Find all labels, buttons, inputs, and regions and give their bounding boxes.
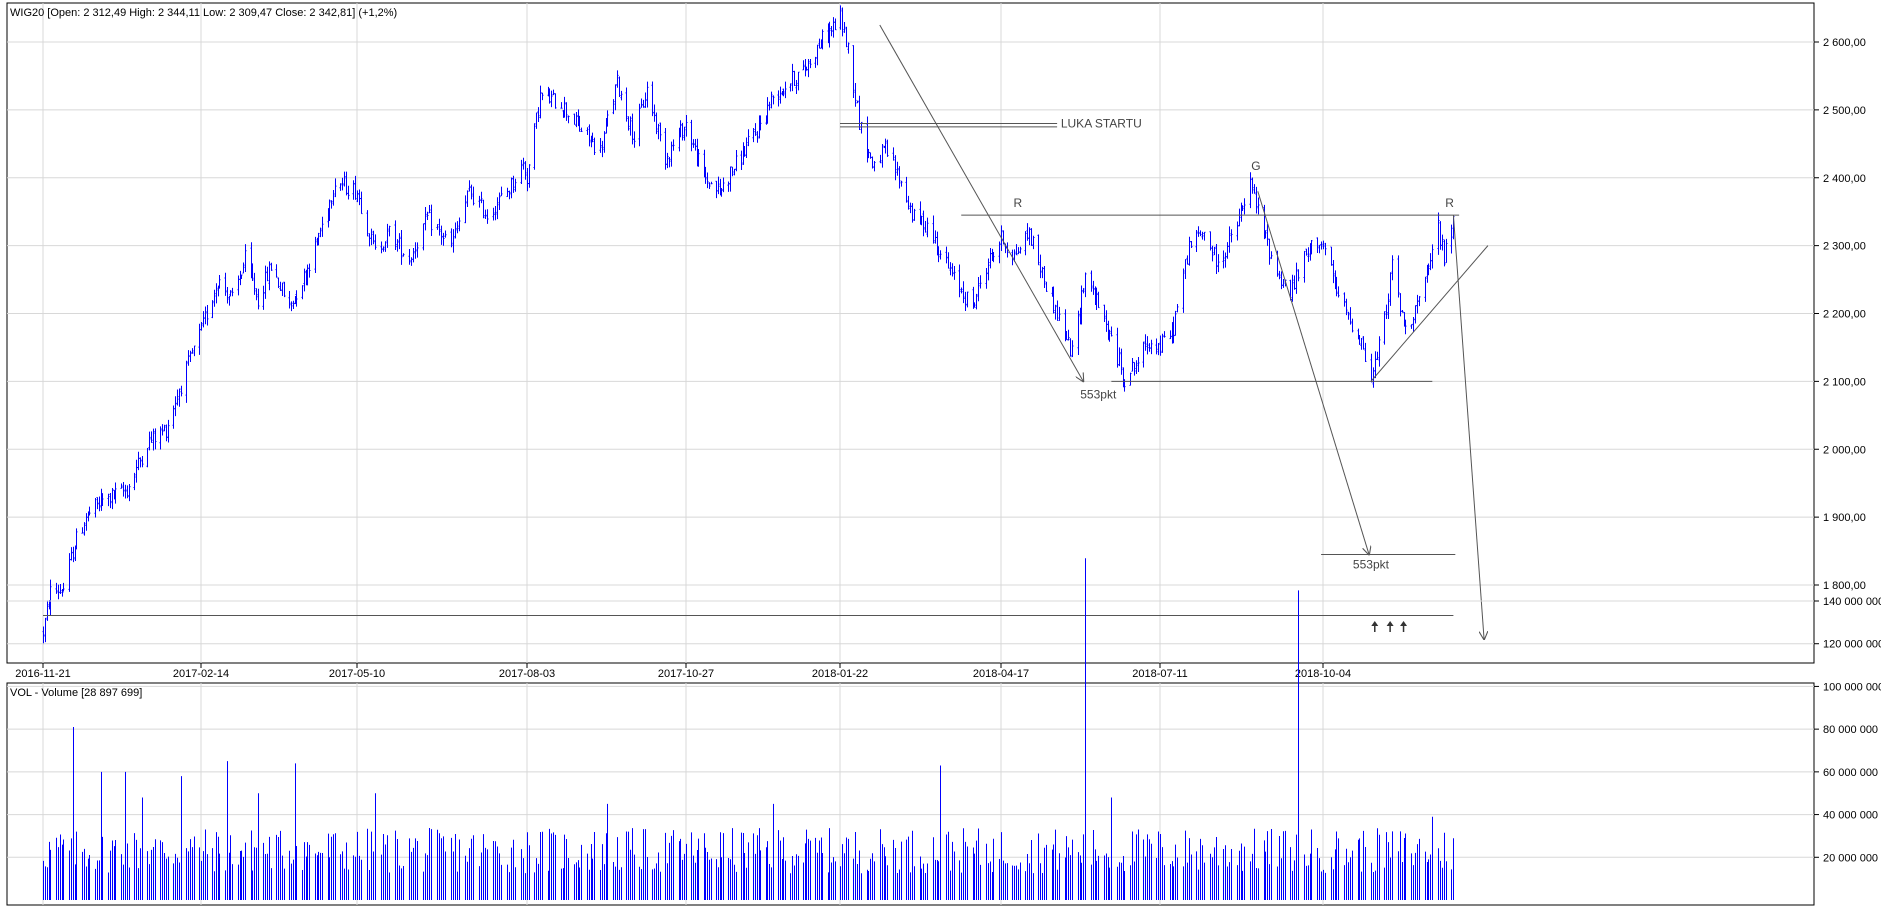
price-x-tick-label: 2018-01-22 [812, 668, 868, 680]
price-x-tick-label: 2017-08-03 [499, 668, 555, 680]
price-y-tick-label: 1 800,00 [1823, 580, 1866, 592]
price-y-tick-label: 2 100,00 [1823, 376, 1866, 388]
price-x-tick-label: 2018-10-04 [1295, 668, 1351, 680]
annotation-label: R [1445, 196, 1454, 210]
price-y-tick-label: 2 500,00 [1823, 105, 1866, 117]
price-x-tick-label: 2018-07-11 [1132, 668, 1187, 680]
volume-y-tick-label: 20 000 000 [1823, 852, 1878, 864]
annotation-label: 553pkt [1353, 557, 1390, 571]
annotation-label: LUKA STARTU [1061, 116, 1142, 130]
price-x-tick-label: 2018-04-17 [973, 668, 1029, 680]
price-y-axis-labels: 1 800,00 1 900,00 2 000,00 2 100,00 2 200,00… [1823, 37, 1866, 592]
price-y-tick-label: 2 600,00 [1823, 37, 1866, 49]
volume-panel-header: VOL - Volume [28 897 699] [10, 687, 142, 699]
price-x-tick-label: 2017-02-14 [173, 668, 229, 680]
volume-y-tick-label: 80 000 000 [1823, 724, 1878, 736]
annotation-label: R [1013, 196, 1022, 210]
price-x-tick-label: 2017-10-27 [658, 668, 714, 680]
price-panel-frame [6, 2, 1815, 664]
price-panel: 1 800,00 1 900,00 2 000,00 2 100,00 2 200,00… [6, 2, 1866, 680]
price-y-tick-label: 1 900,00 [1823, 512, 1866, 524]
price-y-tick-label: 2 300,00 [1823, 241, 1866, 253]
price-x-tick-label: 2017-05-10 [329, 668, 385, 680]
annotation-label: G [1251, 159, 1260, 173]
volume-y-tick-label: 140 000 000 [1823, 596, 1881, 608]
volume-y-tick-label: 60 000 000 [1823, 767, 1878, 779]
price-panel-header: WIG20 [Open: 2 312,49 High: 2 344,11 Low… [10, 7, 397, 19]
price-x-axis-labels: 2016-11-21 2017-02-14 2017-05-10 2017-08-03… [15, 668, 1351, 680]
volume-y-tick-label: 120 000 000 [1823, 639, 1881, 651]
price-x-tick-label: 2016-11-21 [15, 668, 70, 680]
price-y-tick-label: 2 200,00 [1823, 309, 1866, 321]
volume-y-tick-label: 40 000 000 [1823, 810, 1878, 822]
price-y-tick-label: 2 400,00 [1823, 173, 1866, 185]
annotation-label: 553pkt [1080, 387, 1117, 401]
volume-y-tick-label: 100 000 000 [1823, 681, 1881, 693]
volume-y-axis-labels: 20 000 000 40 000 000 60 000 000 80 000 000… [1823, 596, 1881, 864]
stock-chart-canvas: 1 800,00 1 900,00 2 000,00 2 100,00 2 200,00… [6, 2, 1881, 906]
price-y-tick-label: 2 000,00 [1823, 444, 1866, 456]
